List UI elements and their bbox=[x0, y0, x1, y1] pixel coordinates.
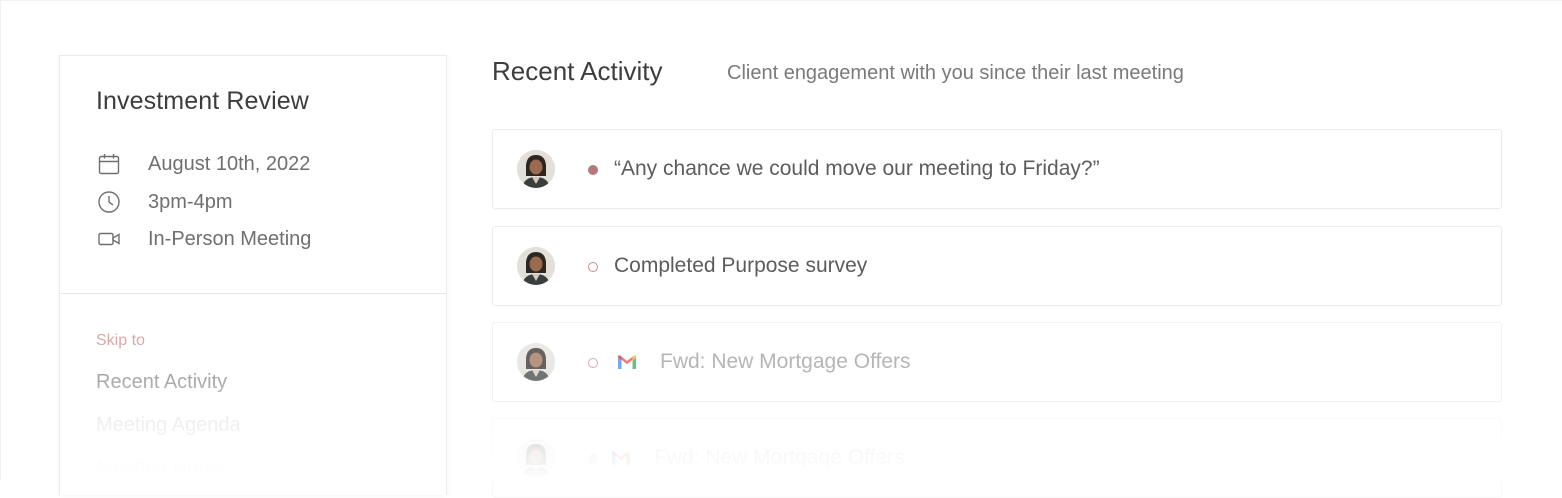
recent-activity-title: Recent Activity bbox=[492, 56, 663, 86]
status-dot bbox=[588, 262, 598, 272]
skip-to-label: Skip to bbox=[96, 332, 145, 349]
avatar bbox=[517, 343, 555, 381]
activity-item[interactable]: “Any chance we could move our meeting to… bbox=[492, 129, 1502, 209]
video-camera-icon bbox=[96, 226, 122, 252]
gmail-icon bbox=[617, 354, 637, 370]
activity-item[interactable]: Fwd: New Mortgage Offers bbox=[492, 418, 1502, 498]
meeting-type-row: In-Person Meeting bbox=[96, 225, 311, 253]
activity-item[interactable]: Fwd: New Mortgage Offers bbox=[492, 322, 1502, 402]
activity-text: Fwd: New Mortgage Offers bbox=[654, 446, 905, 469]
meeting-date-row: August 10th, 2022 bbox=[96, 150, 310, 178]
recent-activity-subtitle: Client engagement with you since their l… bbox=[727, 62, 1184, 84]
gmail-icon bbox=[611, 450, 631, 466]
status-dot bbox=[588, 358, 598, 368]
status-dot bbox=[588, 165, 598, 175]
clock-icon bbox=[96, 189, 122, 215]
meeting-card: Investment Review August 10th, 2022 3pm-… bbox=[59, 55, 447, 495]
avatar bbox=[517, 439, 555, 477]
skip-link-recent-activity[interactable]: Recent Activity bbox=[96, 371, 227, 394]
meeting-date: August 10th, 2022 bbox=[148, 152, 311, 175]
status-dot bbox=[588, 454, 598, 464]
meeting-time: 3pm-4pm bbox=[148, 190, 233, 213]
avatar bbox=[517, 247, 555, 285]
skip-link-meeting-notes[interactable]: Meeting Notes bbox=[96, 457, 225, 480]
activity-text: “Any chance we could move our meeting to… bbox=[614, 157, 1100, 180]
app-frame: Investment Review August 10th, 2022 3pm-… bbox=[0, 0, 1562, 498]
card-divider bbox=[60, 293, 446, 294]
meeting-time-row: 3pm-4pm bbox=[96, 188, 232, 216]
activity-text: Completed Purpose survey bbox=[614, 254, 868, 277]
meeting-type: In-Person Meeting bbox=[148, 227, 312, 250]
skip-link-meeting-agenda[interactable]: Meeting Agenda bbox=[96, 414, 241, 437]
activity-item[interactable]: Completed Purpose survey bbox=[492, 226, 1502, 306]
calendar-icon bbox=[96, 151, 122, 177]
avatar bbox=[517, 150, 555, 188]
activity-text: Fwd: New Mortgage Offers bbox=[660, 350, 911, 373]
meeting-title: Investment Review bbox=[96, 87, 309, 115]
